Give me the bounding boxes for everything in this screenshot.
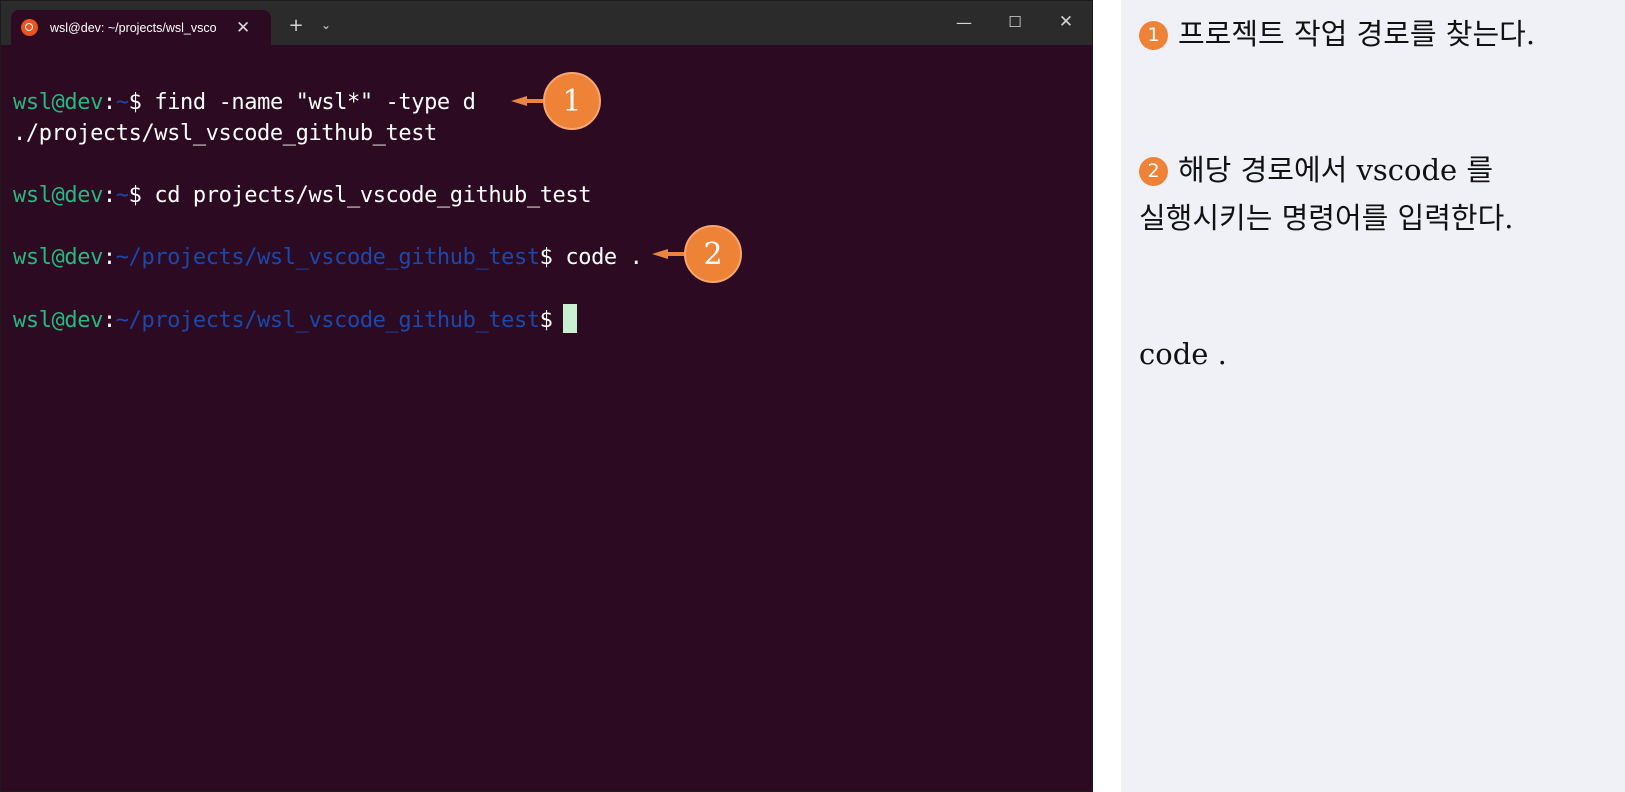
terminal-line: wsl@dev:~/projects/wsl_vscode_github_tes…	[13, 242, 1092, 273]
close-button[interactable]: ✕	[1051, 9, 1081, 35]
step-text: 해당 경로에서 vscode 를	[1178, 153, 1494, 187]
step-number: 1	[1139, 21, 1168, 50]
tab-close-icon[interactable]: ✕	[236, 18, 250, 38]
instruction-step-2: 2 해당 경로에서 vscode 를 실행시키는 명령어를 입력한다.	[1139, 146, 1514, 242]
chevron-down-icon[interactable]: ⌄	[314, 13, 338, 37]
tab-title: wsl@dev: ~/projects/wsl_vsco	[50, 20, 217, 35]
command-text: find -name "wsl*" -type d	[154, 90, 476, 115]
step-text: 실행시키는 명령어를 입력한다.	[1139, 201, 1514, 235]
prompt-separator: :	[102, 183, 116, 208]
prompt-path: ~/projects/wsl_vscode_github_test	[115, 245, 540, 270]
prompt-user: wsl@dev	[13, 245, 103, 270]
prompt-user: wsl@dev	[13, 183, 103, 208]
callout-2: 2	[652, 225, 742, 283]
command-text: cd projects/wsl_vscode_github_test	[154, 183, 592, 208]
new-tab-button[interactable]: +	[284, 13, 308, 37]
prompt-path: ~	[115, 183, 129, 208]
step-number: 2	[1139, 157, 1168, 186]
callout-badge: 1	[543, 72, 601, 130]
prompt-symbol: $	[128, 183, 155, 208]
prompt-path: ~	[115, 90, 129, 115]
instruction-step-1: 1 프로젝트 작업 경로를 찾는다.	[1139, 10, 1535, 58]
maximize-button[interactable]: ☐	[1000, 9, 1030, 35]
terminal-tab[interactable]: wsl@dev: ~/projects/wsl_vsco ✕	[11, 10, 271, 45]
callout-badge: 2	[684, 225, 742, 283]
step-text: 프로젝트 작업 경로를 찾는다.	[1178, 17, 1536, 51]
terminal-line: wsl@dev:~/projects/wsl_vscode_github_tes…	[13, 304, 1092, 335]
prompt-separator: :	[102, 90, 116, 115]
instruction-panel: 1 프로젝트 작업 경로를 찾는다. 2 해당 경로에서 vscode 를 실행시키…	[1121, 0, 1625, 792]
prompt-user: wsl@dev	[13, 90, 103, 115]
command-example: code .	[1139, 337, 1227, 371]
prompt-user: wsl@dev	[13, 308, 103, 333]
terminal-line: wsl@dev:~$ cd projects/wsl_vscode_github…	[13, 180, 1092, 211]
prompt-symbol: $	[128, 90, 155, 115]
terminal-cursor	[562, 304, 577, 333]
prompt-path: ~/projects/wsl_vscode_github_test	[115, 308, 540, 333]
minimize-button[interactable]: —	[949, 9, 979, 35]
command-text: code .	[565, 245, 643, 270]
title-bar: wsl@dev: ~/projects/wsl_vsco ✕ + ⌄ — ☐ ✕	[1, 1, 1092, 45]
prompt-separator: :	[102, 308, 116, 333]
arrow-left-icon	[652, 249, 684, 259]
terminal-window: wsl@dev: ~/projects/wsl_vsco ✕ + ⌄ — ☐ ✕…	[0, 0, 1093, 792]
callout-1: 1	[511, 72, 601, 130]
prompt-separator: :	[102, 245, 116, 270]
arrow-left-icon	[511, 96, 543, 106]
prompt-symbol: $	[539, 308, 553, 333]
ubuntu-icon	[21, 19, 38, 36]
prompt-symbol: $	[539, 245, 566, 270]
command-output: ./projects/wsl_vscode_github_test	[13, 121, 437, 146]
